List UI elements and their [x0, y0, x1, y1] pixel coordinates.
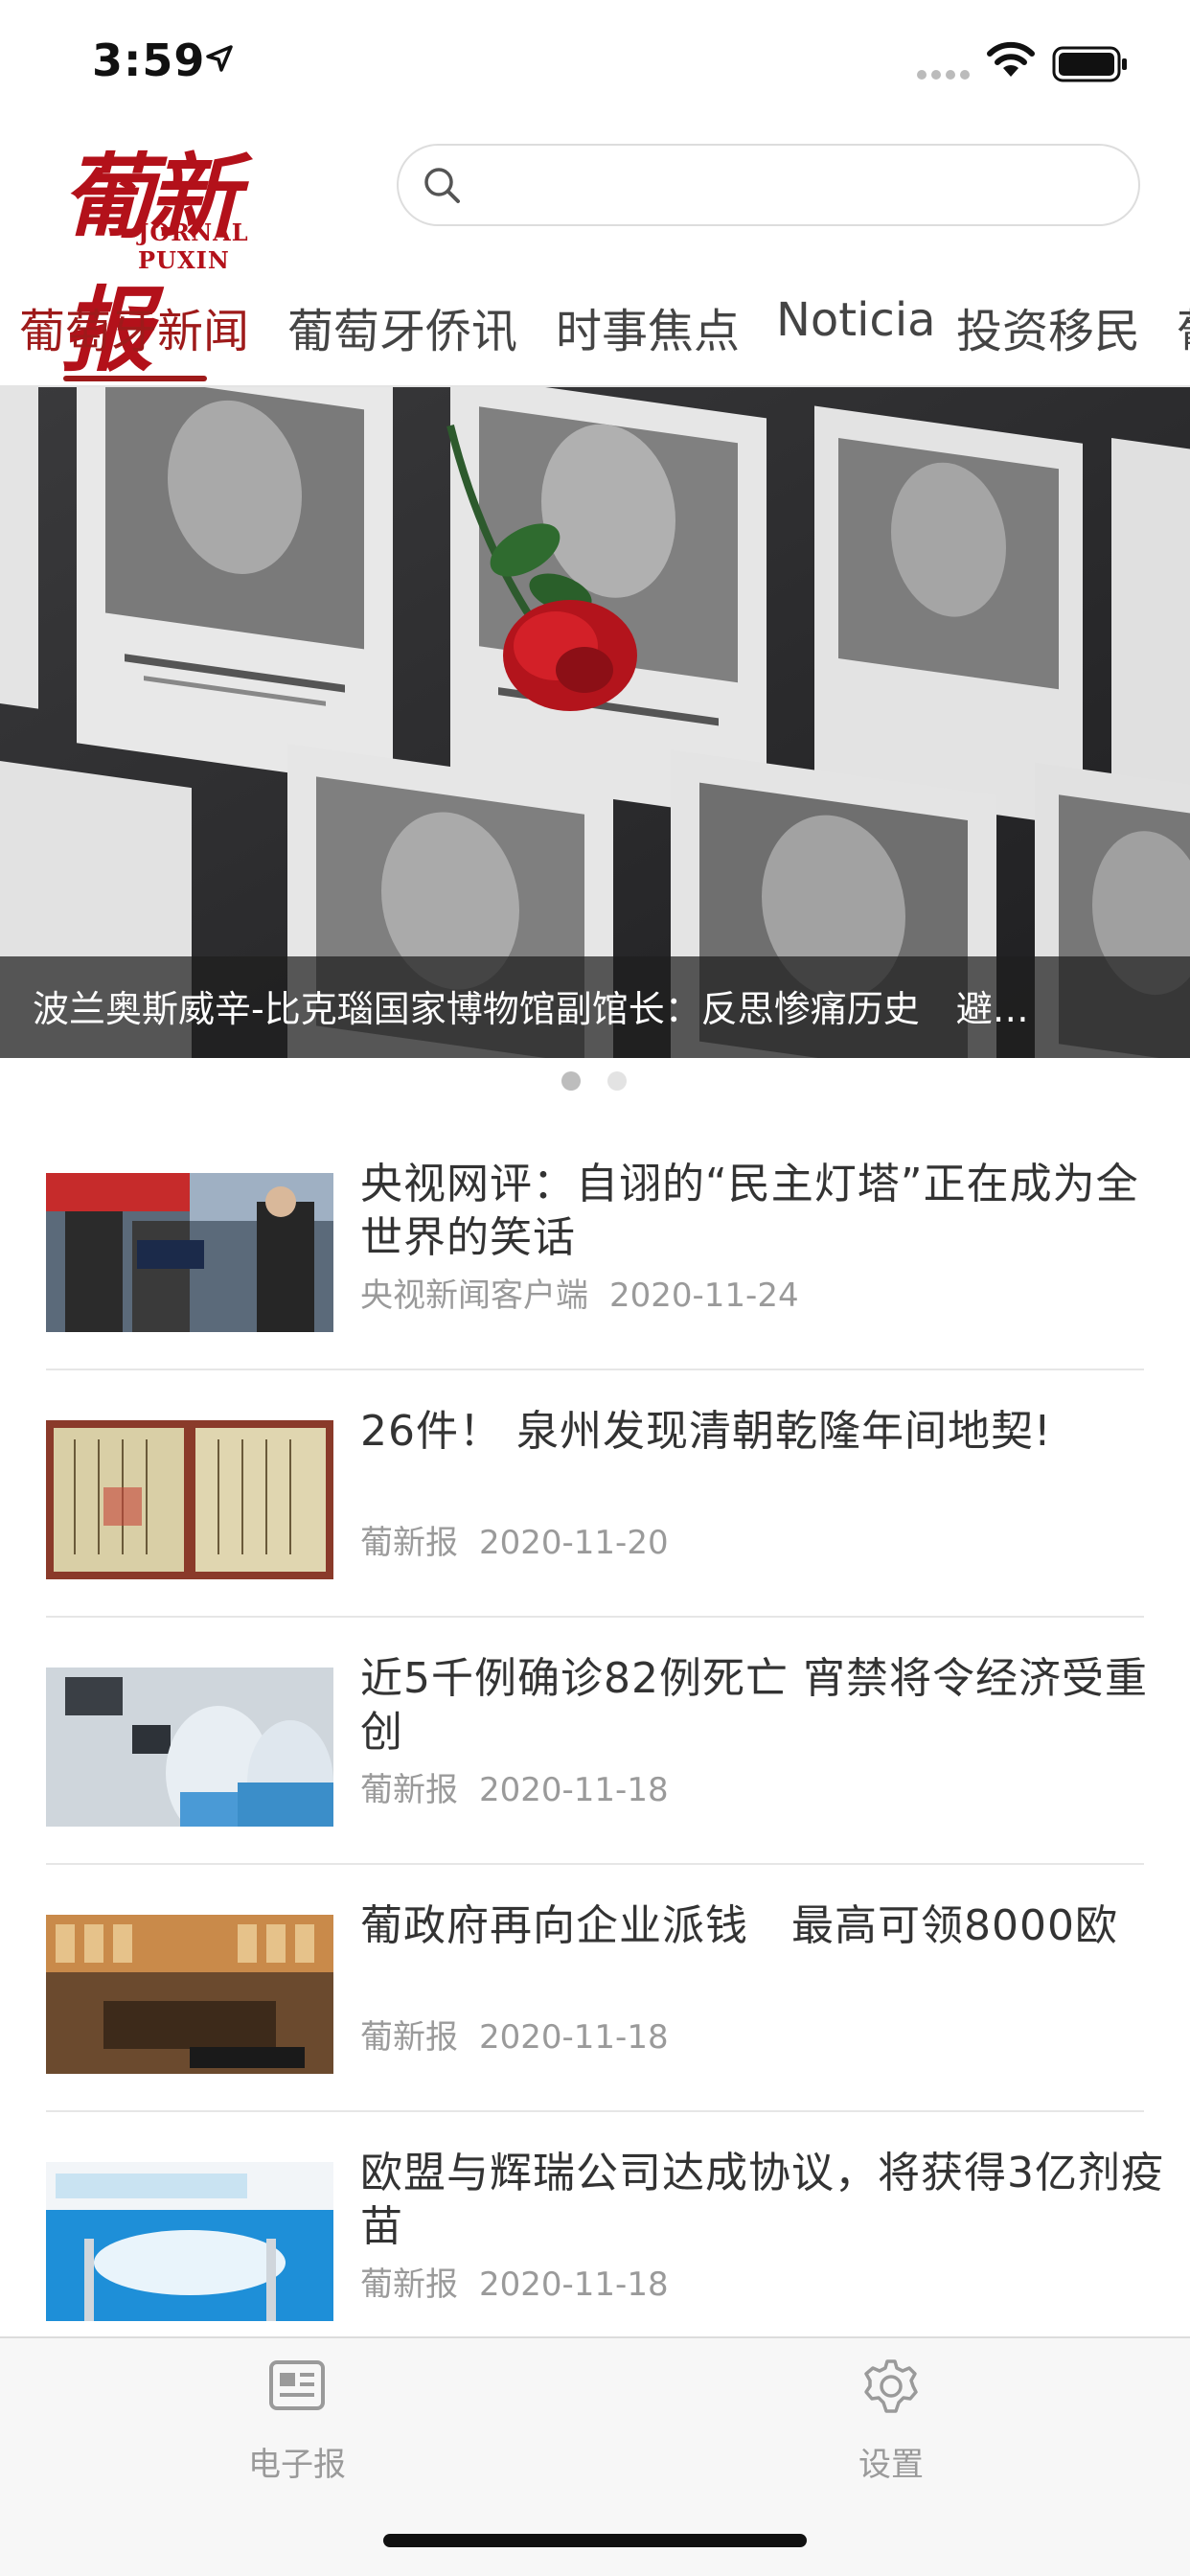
- wifi-icon: [987, 41, 1035, 77]
- tab-portugal-news[interactable]: 葡萄牙新闻: [19, 293, 249, 360]
- news-meta: 葡新报 2020-11-18: [360, 1763, 690, 1810]
- tab-settings[interactable]: 设置: [795, 2338, 987, 2484]
- news-source: 央视新闻客户端: [360, 1276, 588, 1315]
- featured-carousel[interactable]: 波兰奥斯威辛-比克瑙国家博物馆副馆长：反思惨痛历史 避…: [0, 387, 1190, 1058]
- news-item[interactable]: 葡政府再向企业派钱 最高可领8000欧 葡新报 2020-11-18: [46, 1865, 1144, 2112]
- search-bar[interactable]: [397, 144, 1140, 226]
- banner-caption: 波兰奥斯威辛-比克瑙国家博物馆副馆长：反思惨痛历史 避…: [33, 988, 1029, 1030]
- search-icon: [424, 168, 460, 203]
- location-arrow-icon: [206, 45, 233, 72]
- active-tab-indicator: [63, 376, 207, 381]
- news-title[interactable]: 欧盟与辉瑞公司达成协议，将获得3亿剂疫苗: [360, 2147, 1165, 2254]
- gear-icon: [864, 2359, 918, 2413]
- carousel-dot-active[interactable]: [561, 1071, 581, 1091]
- news-thumbnail: [46, 1420, 333, 1579]
- news-meta: 葡新报 2020-11-18: [360, 2258, 690, 2305]
- news-title[interactable]: 央视网评：自诩的“民主灯塔”正在成为全世界的笑话: [360, 1158, 1165, 1265]
- category-tabs: 葡萄牙新闻 葡萄牙侨讯 时事焦点 Noticia 投资移民 葡: [0, 286, 1190, 385]
- news-meta: 央视新闻客户端 2020-11-24: [360, 1269, 820, 1316]
- status-time: 3:59: [92, 34, 206, 86]
- news-item[interactable]: 26件！ 泉州发现清朝乾隆年间地契! 葡新报 2020-11-20: [46, 1370, 1144, 1618]
- banner-caption-bar: 波兰奥斯威辛-比克瑙国家博物馆副馆长：反思惨痛历史 避…: [0, 956, 1190, 1058]
- newspaper-icon: [269, 2360, 325, 2410]
- tab-current-affairs[interactable]: 时事焦点: [556, 293, 740, 360]
- news-thumbnail: [46, 1915, 333, 2074]
- news-item[interactable]: 欧盟与辉瑞公司达成协议，将获得3亿剂疫苗 葡新报 2020-11-18: [46, 2112, 1163, 2359]
- news-source: 葡新报: [360, 2018, 458, 2057]
- tab-e-newspaper[interactable]: 电子报: [201, 2338, 393, 2484]
- news-meta: 葡新报 2020-11-20: [360, 1516, 690, 1563]
- news-date: 2020-11-24: [609, 1276, 799, 1315]
- news-source: 葡新报: [360, 1524, 458, 1562]
- news-source: 葡新报: [360, 2266, 458, 2304]
- cellular-signal-icon: [917, 70, 970, 80]
- tab-noticia[interactable]: Noticia: [776, 293, 936, 347]
- tab-more[interactable]: 葡: [1177, 293, 1190, 360]
- news-meta: 葡新报 2020-11-18: [360, 2011, 690, 2058]
- logo-subtitle: JORNAL PUXIN: [138, 218, 249, 274]
- news-thumbnail: [46, 2162, 333, 2321]
- battery-icon: [1052, 46, 1127, 82]
- tab-portugal-community[interactable]: 葡萄牙侨讯: [287, 293, 517, 360]
- news-title[interactable]: 近5千例确诊82例死亡 宵禁将令经济受重创: [360, 1652, 1165, 1760]
- search-input[interactable]: [475, 159, 1111, 215]
- news-item[interactable]: 央视网评：自诩的“民主灯塔”正在成为全世界的笑话 央视新闻客户端 2020-11-…: [46, 1123, 1144, 1370]
- tab-investment-immigration[interactable]: 投资移民: [956, 293, 1140, 360]
- app-logo: 葡新报 JORNAL PUXIN: [61, 123, 312, 384]
- news-title[interactable]: 葡政府再向企业派钱 最高可领8000欧: [360, 1899, 1165, 1953]
- home-indicator: [383, 2534, 807, 2547]
- news-item[interactable]: 近5千例确诊82例死亡 宵禁将令经济受重创 葡新报 2020-11-18: [46, 1618, 1147, 1865]
- news-date: 2020-11-18: [479, 2266, 669, 2304]
- news-date: 2020-11-18: [479, 1771, 669, 1809]
- news-title[interactable]: 26件！ 泉州发现清朝乾隆年间地契!: [360, 1405, 1165, 1459]
- news-source: 葡新报: [360, 1771, 458, 1809]
- tab-label: 设置: [858, 2446, 924, 2484]
- news-thumbnail: [46, 1173, 333, 1332]
- news-thumbnail: [46, 1668, 333, 1827]
- news-date: 2020-11-18: [479, 2018, 669, 2057]
- news-date: 2020-11-20: [479, 1524, 669, 1562]
- carousel-dot[interactable]: [607, 1071, 627, 1091]
- tab-label: 电子报: [248, 2446, 346, 2484]
